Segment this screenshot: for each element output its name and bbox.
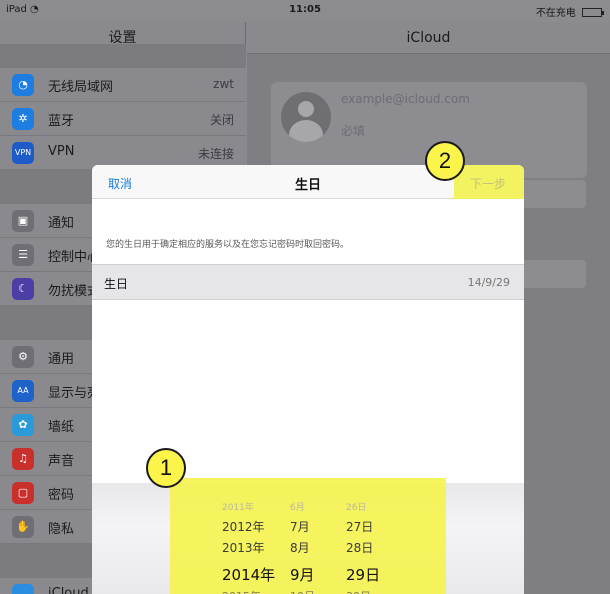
- notification-icon: ▣: [12, 210, 34, 232]
- charging-label: 不在充电: [535, 8, 576, 19]
- brightness-icon: AA: [12, 380, 34, 402]
- email-field[interactable]: example@icloud.com: [341, 92, 470, 106]
- sidebar-item[interactable]: ✲ 蓝牙 关闭: [0, 102, 246, 136]
- picker-year-value[interactable]: 2012年: [222, 518, 265, 535]
- picker-year-value[interactable]: 2013年: [222, 539, 265, 556]
- cloud-icon: ☁: [12, 584, 34, 594]
- lock-icon: ▢: [12, 482, 34, 504]
- section-gap: [0, 44, 246, 68]
- next-button[interactable]: 下一步: [470, 175, 506, 192]
- step-badge-one: 1: [146, 448, 186, 488]
- birthday-note: 您的生日用于确定相应的服务以及在您忘记密码时取回密码。: [106, 240, 350, 250]
- sidebar-item-label: 墙纸: [48, 420, 75, 435]
- sidebar-item-label: 蓝牙: [48, 114, 75, 129]
- picker-day-value[interactable]: 29日: [346, 564, 380, 585]
- bluetooth-icon: ✲: [12, 108, 34, 130]
- picker-month-value[interactable]: 9月: [290, 564, 315, 585]
- hand-icon: ✋: [12, 516, 34, 538]
- wallpaper-icon: ✿: [12, 414, 34, 436]
- picker-month-value[interactable]: 10月: [290, 588, 315, 594]
- icloud-title: iCloud: [247, 22, 610, 54]
- sidebar-item-label: 隐私: [48, 522, 75, 537]
- picker-month-value[interactable]: 8月: [290, 539, 310, 556]
- moon-icon: ☾: [12, 278, 34, 300]
- step-badge-two: 2: [425, 141, 465, 181]
- picker-year-value[interactable]: 2015年: [222, 588, 261, 594]
- sidebar-item-value: 关闭: [209, 113, 234, 127]
- picker-day-value[interactable]: 28日: [346, 539, 373, 556]
- picker-year-value[interactable]: 2014年: [222, 564, 275, 585]
- sidebar-item-label: 声音: [48, 454, 75, 469]
- sidebar-item-value: zwt: [213, 77, 234, 91]
- vpn-icon: VPN: [12, 142, 34, 164]
- gear-icon: ⚙: [12, 346, 34, 368]
- sidebar-item-label: VPN: [48, 144, 75, 159]
- control-center-icon: ☰: [12, 244, 34, 266]
- sidebar-item-label: 密码: [48, 488, 75, 503]
- picker-day-value[interactable]: 26日: [346, 500, 366, 513]
- sound-icon: ♫: [12, 448, 34, 470]
- picker-day-value[interactable]: 30日: [346, 588, 371, 594]
- battery-icon: [582, 8, 604, 17]
- birthday-row[interactable]: 生日 14/9/29: [92, 264, 524, 300]
- wifi-icon: ◔: [12, 74, 34, 96]
- battery-status: 不在充电: [535, 4, 604, 19]
- sidebar-item-label: 无线局域网: [48, 80, 114, 95]
- sidebar-item[interactable]: ◔ 无线局域网 zwt: [0, 68, 246, 102]
- picker-day-value[interactable]: 27日: [346, 518, 373, 535]
- birthday-value: 14/9/29: [467, 276, 510, 289]
- avatar: [281, 92, 331, 142]
- status-bar: iPad ◔ 11:05 不在充电: [0, 0, 610, 22]
- sidebar-item-value: 未连接: [197, 147, 234, 161]
- sidebar-item-label: iCloud: [48, 586, 89, 594]
- picker-year-value[interactable]: 2011年: [222, 500, 254, 513]
- picker-month-value[interactable]: 7月: [290, 518, 310, 535]
- password-field[interactable]: 必填: [341, 122, 365, 139]
- sidebar-item-label: 通知: [48, 216, 75, 231]
- clock: 11:05: [289, 4, 321, 15]
- birthday-label: 生日: [104, 277, 129, 291]
- sidebar-item-label: 通用: [48, 352, 75, 367]
- picker-month-value[interactable]: 6月: [290, 500, 305, 513]
